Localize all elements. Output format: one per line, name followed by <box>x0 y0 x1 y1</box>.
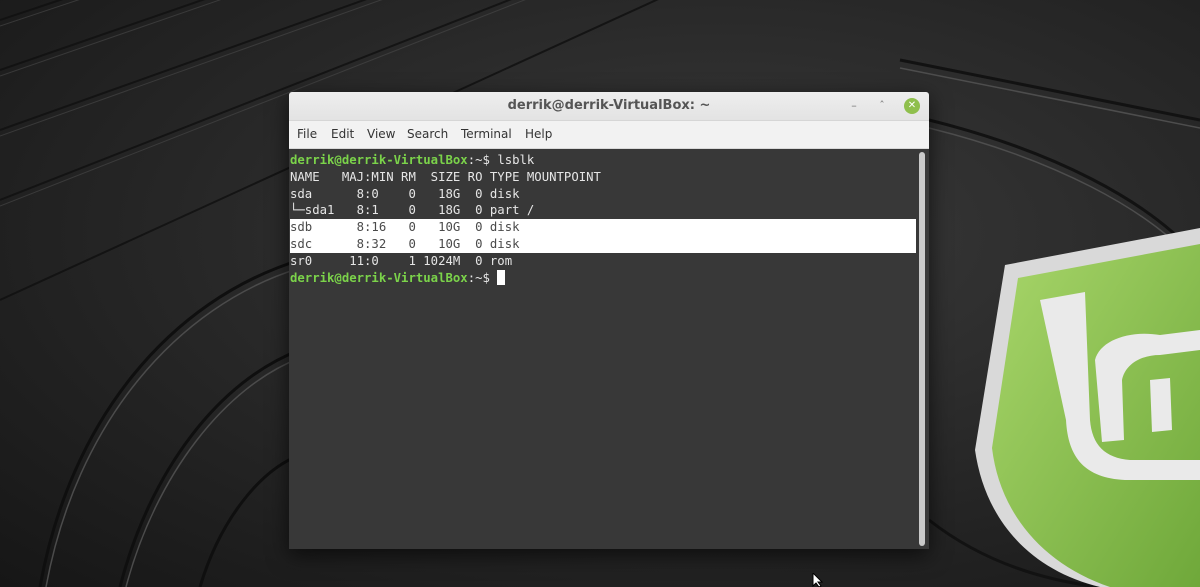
maximize-button[interactable]: ˆ <box>874 98 890 114</box>
close-button[interactable]: ✕ <box>904 98 920 114</box>
close-icon: ✕ <box>907 100 917 111</box>
lsblk-row-selected[interactable]: sdb 8:16 0 10G 0 disk <box>290 219 916 236</box>
menu-edit[interactable]: Edit <box>331 121 354 148</box>
minimize-icon: – <box>851 99 857 112</box>
menu-file[interactable]: File <box>297 121 317 148</box>
window-titlebar[interactable]: derrik@derrik-VirtualBox: ~ – ˆ ✕ <box>289 92 929 121</box>
lsblk-row-selected[interactable]: sdc 8:32 0 10G 0 disk <box>290 235 916 253</box>
menu-terminal[interactable]: Terminal <box>461 121 512 148</box>
scrollbar[interactable] <box>919 152 925 546</box>
linux-mint-logo-icon <box>975 228 1200 587</box>
text-cursor <box>497 269 506 285</box>
lsblk-row: └─sda1 8:1 0 18G 0 part / <box>290 203 535 218</box>
command-text: lsblk <box>497 153 535 167</box>
mouse-pointer-icon <box>812 573 824 587</box>
window-title: derrik@derrik-VirtualBox: ~ <box>507 98 711 113</box>
prompt-user: derrik@derrik-VirtualBox <box>290 153 468 167</box>
terminal-output[interactable]: derrik@derrik-VirtualBox:~$ lsblk NAME M… <box>290 152 916 286</box>
terminal-area[interactable]: derrik@derrik-VirtualBox:~$ lsblk NAME M… <box>289 149 929 549</box>
maximize-icon: ˆ <box>879 99 885 112</box>
prompt-path: :~$ <box>467 153 498 167</box>
lsblk-row: sr0 11:0 1 1024M 0 rom <box>290 253 527 268</box>
menu-search[interactable]: Search <box>407 121 448 148</box>
lsblk-row: sda 8:0 0 18G 0 disk <box>290 186 527 201</box>
command-line: derrik@derrik-VirtualBox:~$ lsblk <box>290 152 916 169</box>
minimize-button[interactable]: – <box>846 98 862 114</box>
prompt-line: derrik@derrik-VirtualBox:~$ <box>290 269 916 287</box>
menu-help[interactable]: Help <box>525 121 552 148</box>
menu-view[interactable]: View <box>367 121 395 148</box>
prompt-path: :~$ <box>467 270 498 285</box>
terminal-window[interactable]: derrik@derrik-VirtualBox: ~ – ˆ ✕ File E… <box>289 92 929 549</box>
scrollbar-thumb[interactable] <box>919 152 925 546</box>
menubar: File Edit View Search Terminal Help <box>289 121 929 149</box>
prompt-user: derrik@derrik-VirtualBox <box>290 270 468 285</box>
desktop: derrik@derrik-VirtualBox: ~ – ˆ ✕ File E… <box>0 0 1200 587</box>
lsblk-header: NAME MAJ:MIN RM SIZE RO TYPE MOUNTPOINT <box>290 169 601 184</box>
